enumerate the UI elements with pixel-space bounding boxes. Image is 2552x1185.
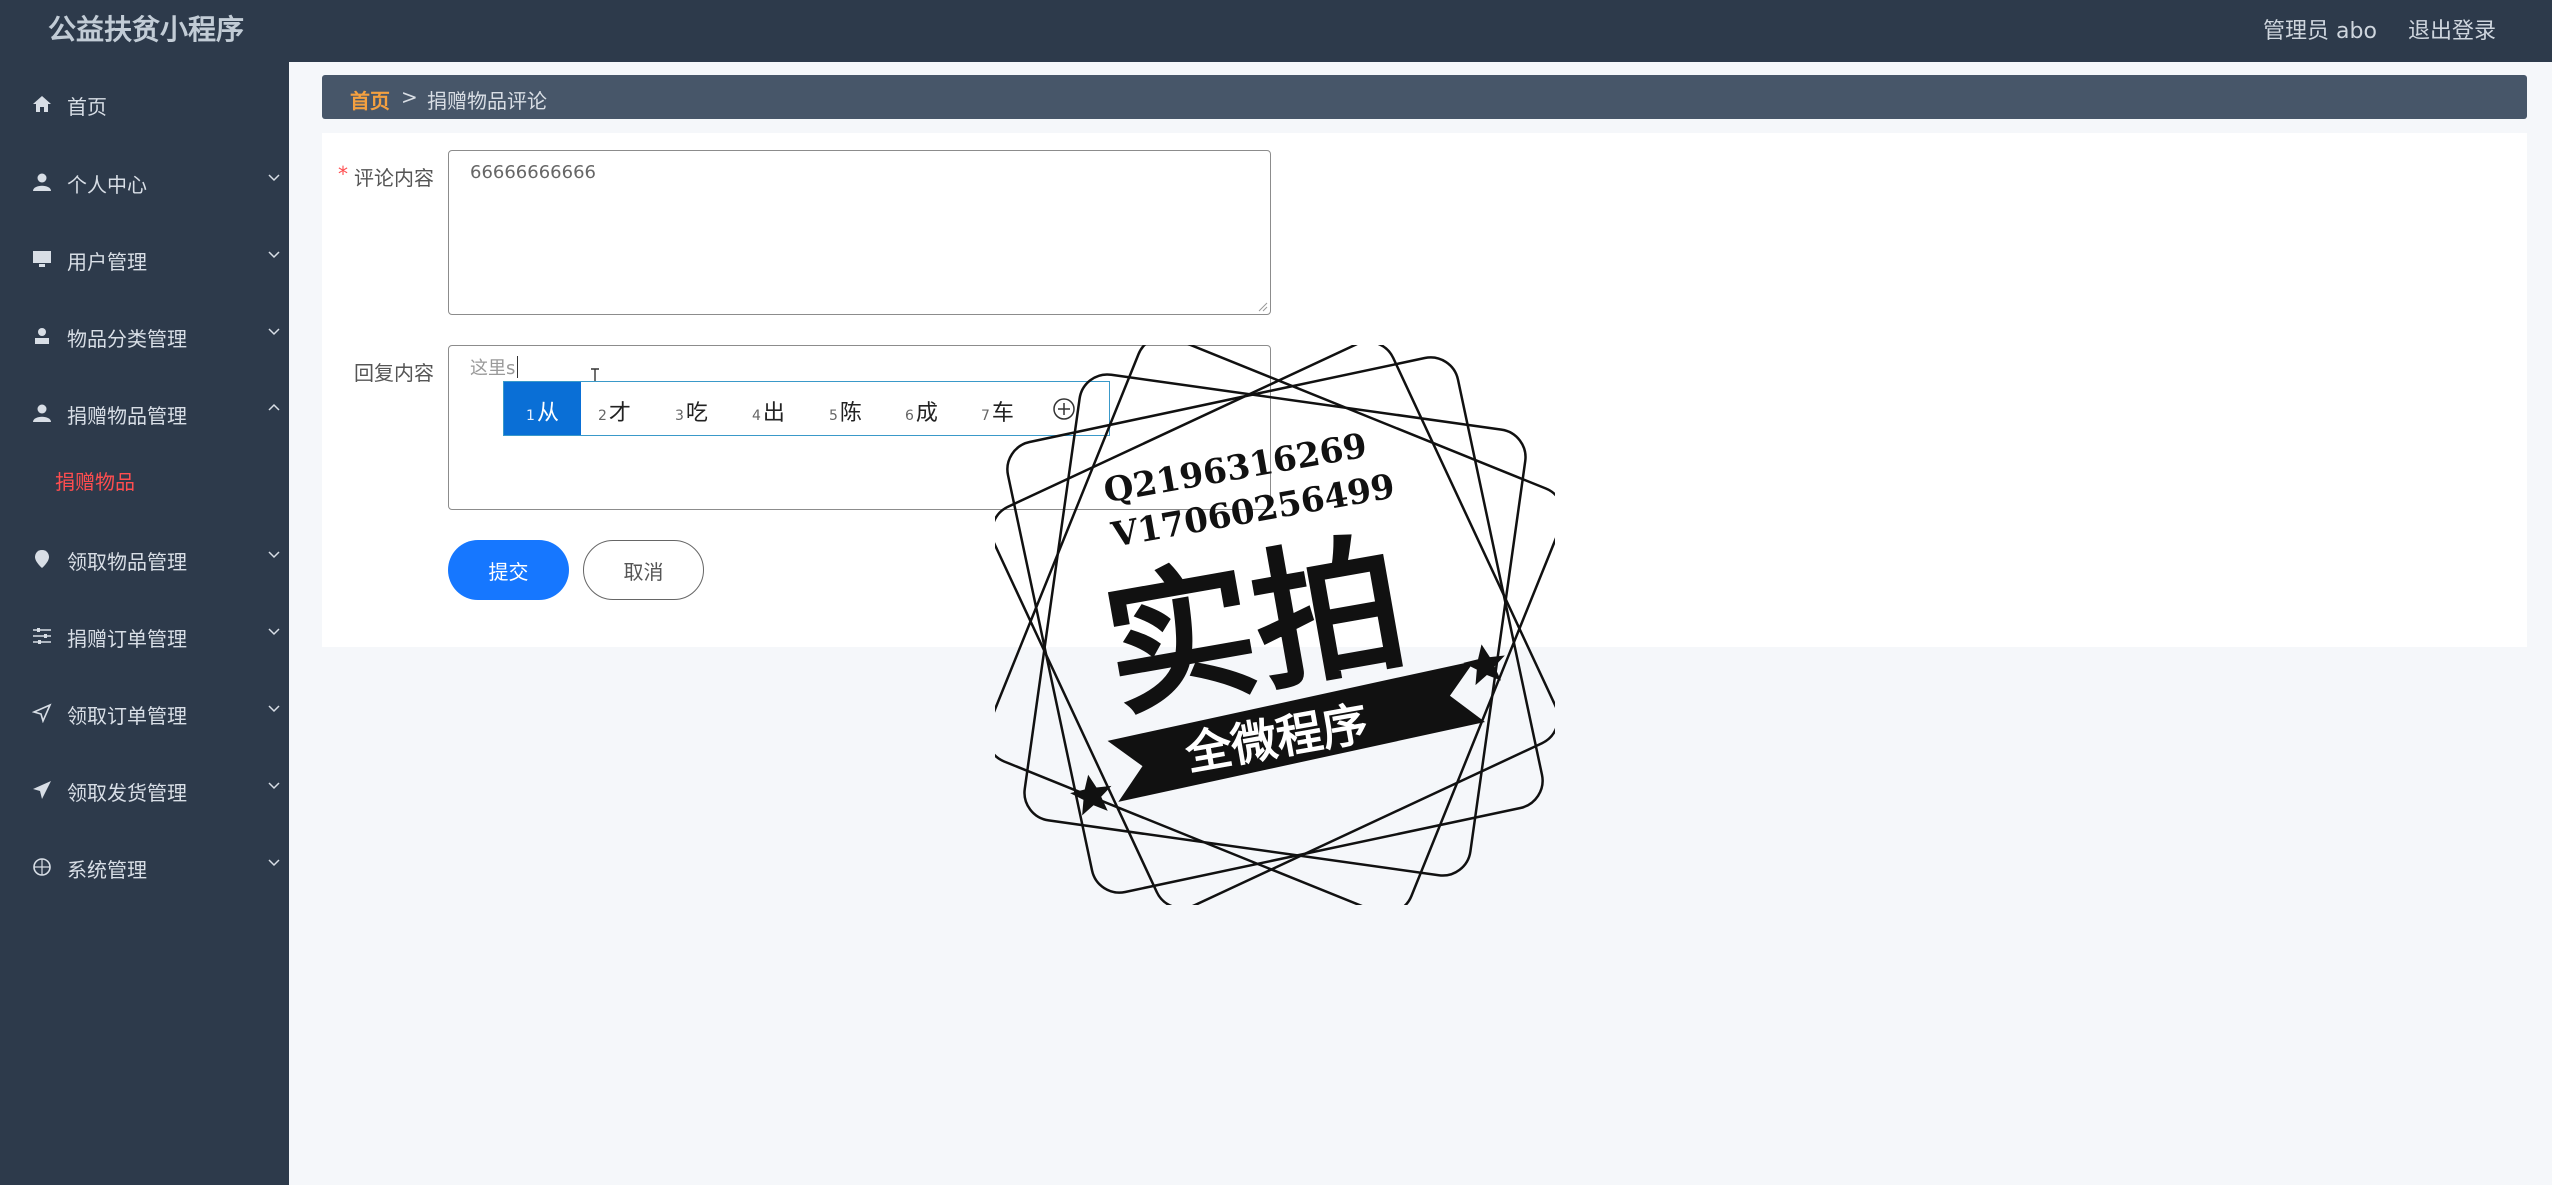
chevron-down-icon	[268, 782, 280, 790]
ime-candidate[interactable]: 1从	[504, 382, 581, 435]
sidebar-item-label: 系统管理	[67, 858, 147, 882]
ime-candidate[interactable]: 4出	[752, 382, 812, 435]
ime-candidate-text: 成	[915, 401, 938, 426]
sidebar-item-label: 领取物品管理	[67, 550, 187, 574]
chevron-down-icon	[268, 859, 280, 867]
breadcrumb-home-link[interactable]: 首页	[350, 85, 390, 114]
monitor-icon	[33, 251, 51, 267]
sidebar-item-label: 物品分类管理	[67, 327, 187, 351]
resize-handle-icon[interactable]	[1258, 302, 1268, 312]
submit-button[interactable]: 提交	[448, 540, 569, 600]
sidebar-item-label: 用户管理	[67, 250, 147, 274]
send-icon	[32, 703, 52, 723]
sidebar-item-category-management[interactable]: 物品分类管理	[0, 308, 289, 364]
breadcrumb: 首页 > 捐赠物品评论	[322, 75, 2527, 119]
ime-candidate-number: 3	[675, 408, 684, 424]
text-caret	[517, 356, 518, 378]
home-icon	[33, 96, 51, 112]
chevron-down-icon	[268, 328, 280, 336]
sidebar-item-system-management[interactable]: 系统管理	[0, 839, 289, 895]
ime-candidate-number: 2	[598, 408, 607, 424]
sidebar-item-personal-center[interactable]: 个人中心	[0, 154, 289, 210]
user-icon	[33, 404, 51, 422]
sidebar-item-donation-orders[interactable]: 捐赠订单管理	[0, 608, 289, 664]
comment-content-value: 66666666666	[470, 162, 596, 183]
ime-candidate-text: 才	[608, 401, 631, 426]
person-stamp-icon	[35, 328, 49, 344]
comment-content-textarea[interactable]: 66666666666	[448, 150, 1271, 315]
ime-candidate-text: 吃	[685, 401, 708, 426]
current-user-label: 管理员 abo	[2263, 19, 2377, 44]
sidebar-item-home[interactable]: 首页	[0, 76, 289, 132]
sidebar-item-claim-shipping[interactable]: 领取发货管理	[0, 762, 289, 818]
reply-content-label: 回复内容	[354, 361, 434, 385]
location-icon	[35, 550, 49, 568]
chevron-down-icon	[268, 251, 280, 259]
chevron-up-icon	[268, 403, 280, 411]
ime-candidate[interactable]: 3吃	[675, 382, 735, 435]
compass-icon	[33, 858, 51, 876]
sidebar-item-label: 捐赠物品管理	[67, 404, 187, 428]
cancel-button[interactable]: 取消	[583, 540, 704, 600]
ime-candidate[interactable]: 2才	[598, 382, 658, 435]
top-bar: 公益扶贫小程序 管理员 abo 退出登录	[0, 0, 2552, 62]
breadcrumb-separator: >	[401, 85, 418, 109]
ime-candidate-text: 出	[762, 401, 785, 426]
chevron-down-icon	[268, 628, 280, 636]
ime-candidate-number: 1	[526, 408, 535, 424]
sidebar-item-label: 个人中心	[67, 173, 147, 197]
chevron-down-icon	[268, 174, 280, 182]
breadcrumb-current: 捐赠物品评论	[427, 89, 547, 113]
submenu-item-donation-goods[interactable]: 捐赠物品	[55, 466, 135, 495]
chevron-down-icon	[268, 705, 280, 713]
star-icon	[1070, 774, 1112, 816]
watermark-stamp: Q2196316269 V17060256499 实拍 全微程序	[995, 345, 1555, 905]
ime-candidate-text: 陈	[839, 401, 862, 426]
sidebar-item-donation-items[interactable]: 捐赠物品管理	[0, 385, 289, 441]
user-icon	[33, 173, 51, 191]
sliders-icon	[33, 628, 51, 644]
chevron-down-icon	[268, 551, 280, 559]
logout-button[interactable]: 退出登录	[2408, 13, 2496, 45]
reply-content-placeholder: 这里s	[470, 358, 516, 379]
sidebar-item-label: 首页	[67, 95, 107, 119]
star-icon	[1463, 644, 1505, 686]
sidebar-item-claim-items[interactable]: 领取物品管理	[0, 531, 289, 587]
sidebar-item-label: 领取发货管理	[67, 781, 187, 805]
paper-plane-icon	[33, 781, 51, 799]
required-marker: *	[338, 162, 348, 186]
sidebar-item-label: 捐赠订单管理	[67, 627, 187, 651]
ime-candidate[interactable]: 5陈	[829, 382, 889, 435]
ime-candidate-number: 6	[905, 408, 914, 424]
app-title: 公益扶贫小程序	[48, 13, 245, 46]
sidebar-item-claim-orders[interactable]: 领取订单管理	[0, 685, 289, 741]
ime-candidate-number: 4	[752, 408, 761, 424]
ime-candidate-number: 5	[829, 408, 838, 424]
sidebar: 首页 个人中心 用户管理 物品分类管理 捐赠物品管理 捐赠物品 领取物品管理 捐…	[0, 62, 289, 1185]
comment-content-label: 评论内容	[354, 166, 434, 190]
ime-candidate-text: 从	[536, 401, 559, 426]
ime-candidate-number: 7	[981, 408, 990, 424]
ime-candidate[interactable]: 6成	[905, 382, 965, 435]
sidebar-item-user-management[interactable]: 用户管理	[0, 231, 289, 287]
sidebar-item-label: 领取订单管理	[67, 704, 187, 728]
